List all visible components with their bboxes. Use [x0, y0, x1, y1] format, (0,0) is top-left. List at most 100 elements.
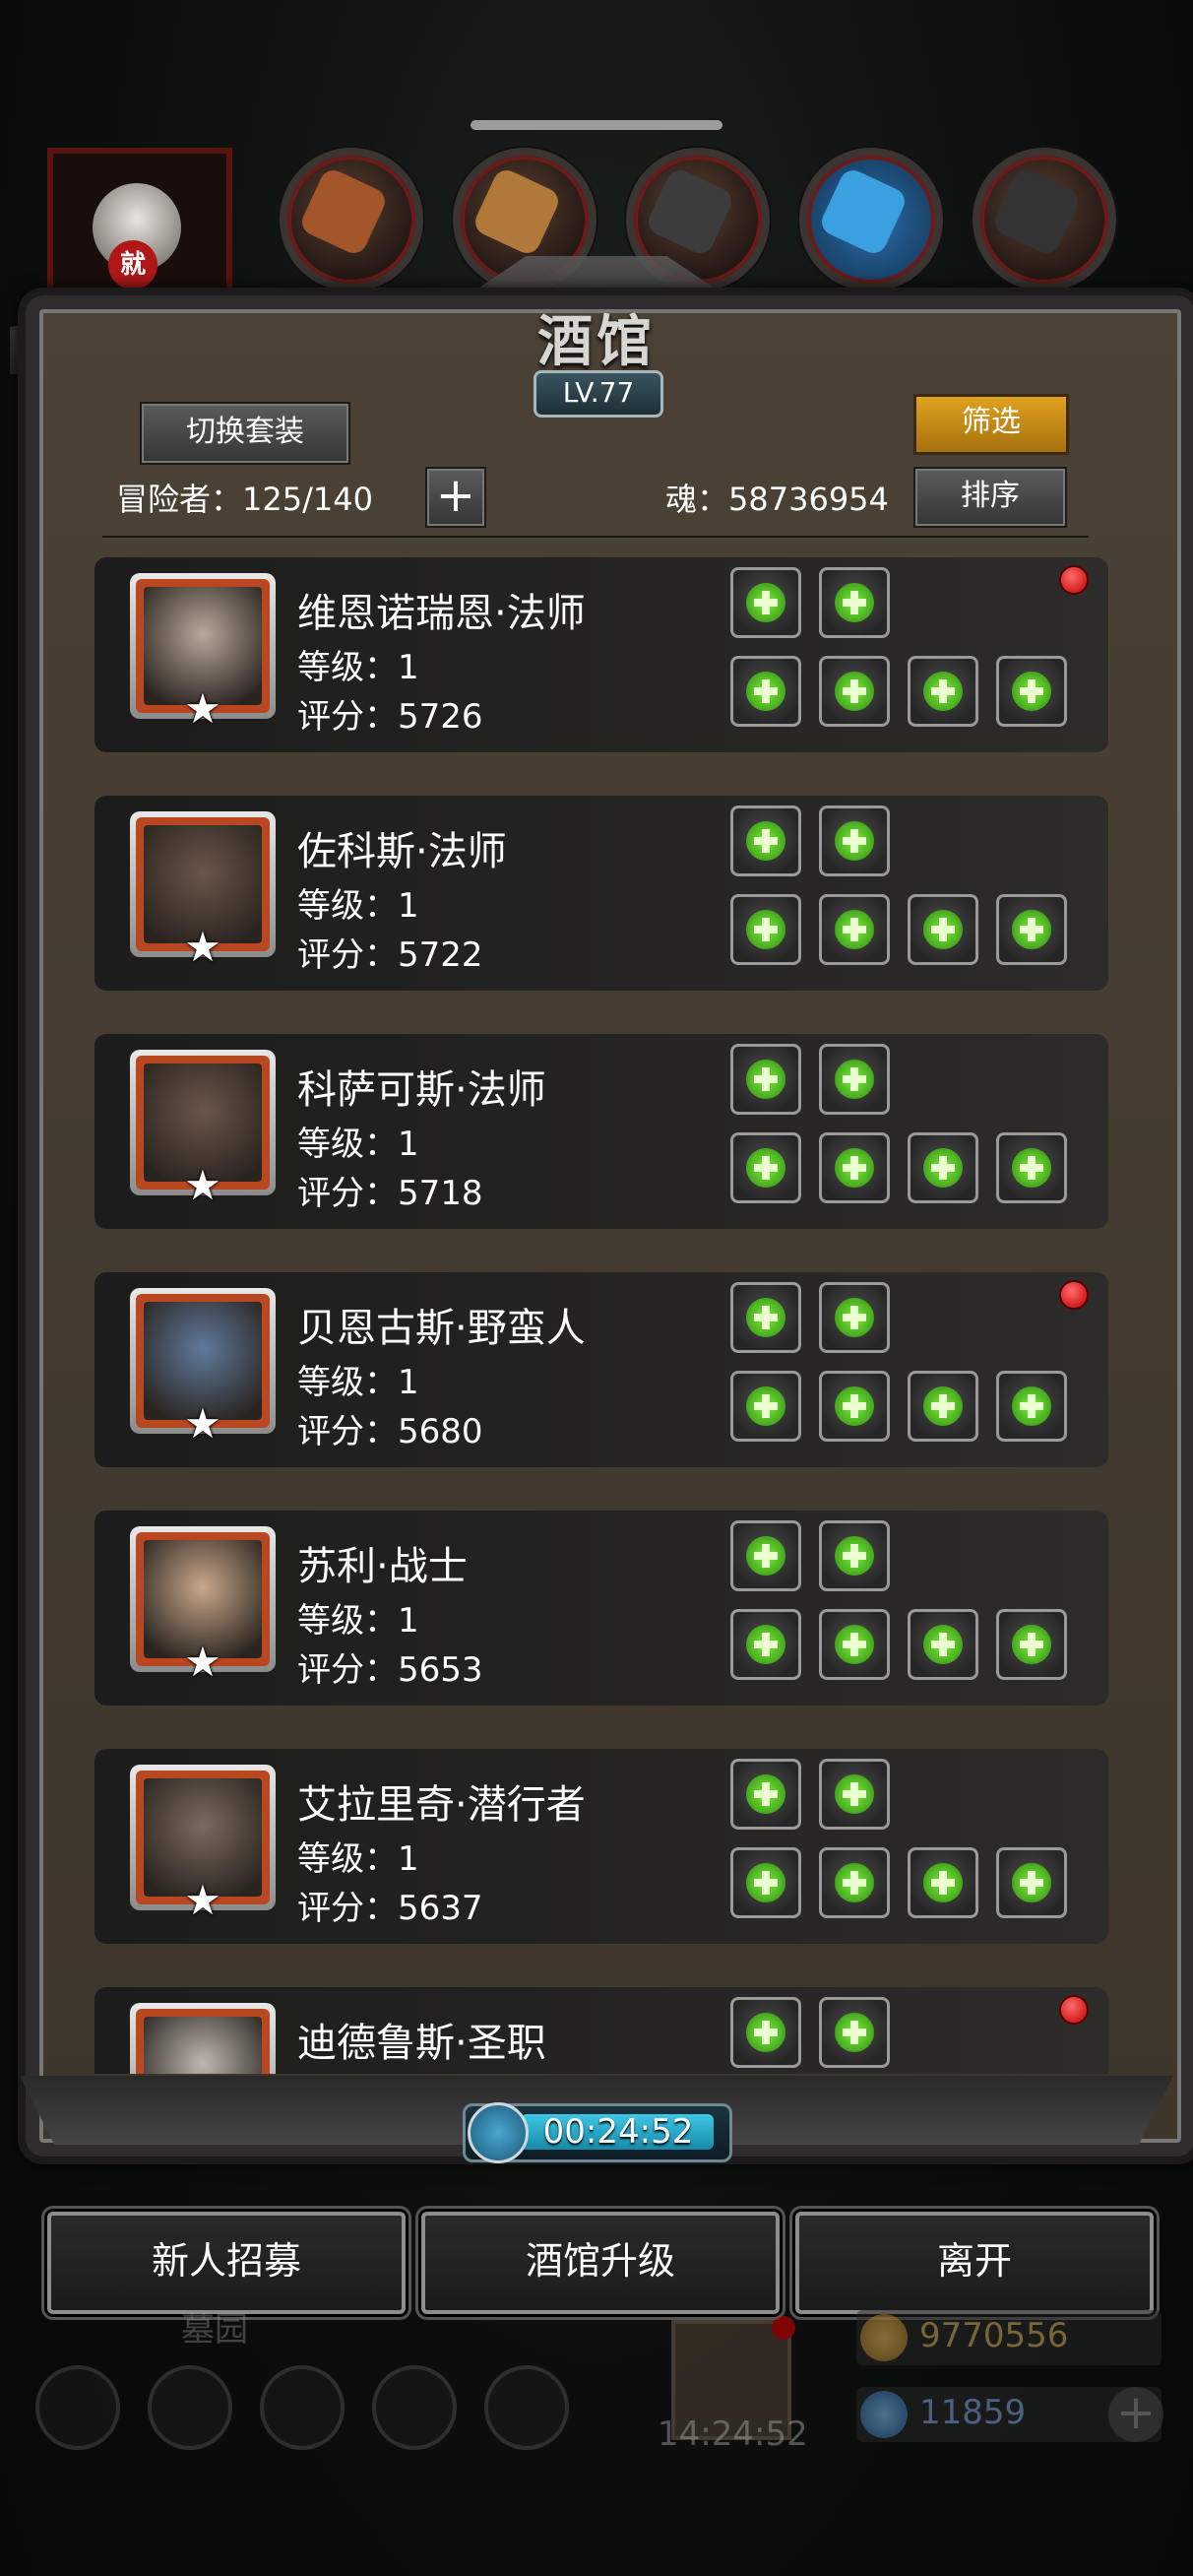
portrait-frame: [136, 2009, 270, 2074]
add-gems-button[interactable]: +: [1108, 2387, 1163, 2442]
alert-dot-icon: [1059, 1280, 1089, 1310]
hero-level: 等级：1: [297, 1601, 419, 1641]
equipment-slot[interactable]: [996, 1847, 1067, 1918]
drag-handle[interactable]: [471, 120, 722, 130]
adventurer-count: 冒险者：125/140: [116, 475, 373, 520]
equipment-slot[interactable]: [819, 567, 890, 638]
plus-icon: [835, 821, 874, 861]
plus-icon: [746, 1060, 785, 1099]
equipment-slot[interactable]: [996, 1371, 1067, 1442]
equipment-slot[interactable]: [730, 1282, 801, 1353]
plus-icon: [746, 583, 785, 622]
plus-icon: [835, 1625, 874, 1664]
equipment-slot[interactable]: [730, 567, 801, 638]
plus-icon: [835, 1148, 874, 1188]
recruit-button[interactable]: 新人招募: [47, 2212, 406, 2314]
hero-score: 评分：5722: [297, 935, 483, 975]
equipment-slot[interactable]: [908, 1609, 978, 1680]
equipment-slot[interactable]: [730, 805, 801, 876]
hud-button-5[interactable]: [484, 2365, 569, 2450]
star-icon: ★: [184, 923, 221, 971]
equipment-slot[interactable]: [730, 1520, 801, 1591]
equipment-slot[interactable]: [996, 656, 1067, 727]
filter-button[interactable]: 筛选: [913, 394, 1069, 455]
panel-title: 酒馆: [537, 309, 656, 374]
player-avatar[interactable]: 就: [47, 148, 232, 303]
header-divider: [102, 536, 1089, 538]
timer-value: 00:24:52: [542, 2112, 694, 2152]
equipment-slot[interactable]: [730, 1609, 801, 1680]
hero-card[interactable]: ★ 艾拉里奇·潜行者 等级：1 评分：5637: [94, 1749, 1108, 1944]
plus-icon: [1012, 1148, 1051, 1188]
equipment-slot[interactable]: [996, 894, 1067, 965]
equipment-slot[interactable]: [819, 1282, 890, 1353]
hero-level: 等级：1: [297, 648, 419, 687]
hud-button-4[interactable]: [372, 2365, 457, 2450]
equipment-slot[interactable]: [819, 1520, 890, 1591]
equipment-slot[interactable]: [819, 1609, 890, 1680]
clock-icon: [468, 2102, 529, 2163]
equipment-slot[interactable]: [730, 656, 801, 727]
star-icon: ★: [184, 1876, 221, 1924]
equipment-slot[interactable]: [996, 1609, 1067, 1680]
plus-icon: [835, 583, 874, 622]
plus-icon: [1012, 1386, 1051, 1426]
hero-card[interactable]: ★ 佐科斯·法师 等级：1 评分：5722: [94, 796, 1108, 991]
equipment-slot[interactable]: [819, 805, 890, 876]
plus-icon: [746, 821, 785, 861]
top-menu-icon-1[interactable]: [280, 148, 423, 291]
leave-button[interactable]: 离开: [795, 2212, 1154, 2314]
equipment-slot[interactable]: [819, 1132, 890, 1203]
equipment-slot[interactable]: [908, 1371, 978, 1442]
hero-card[interactable]: ★迪德鲁斯·圣职: [94, 1987, 1108, 2074]
hero-card[interactable]: ★ 贝恩古斯·野蛮人 等级：1 评分：5680: [94, 1272, 1108, 1467]
top-menu-icon-4[interactable]: [799, 148, 943, 291]
equipment-slot[interactable]: [819, 894, 890, 965]
refresh-timer: 00:24:52: [463, 2102, 732, 2163]
hero-name: 迪德鲁斯·圣职: [297, 2021, 546, 2066]
hero-portrait[interactable]: [130, 2003, 276, 2074]
tavern-upgrade-button[interactable]: 酒馆升级: [421, 2212, 780, 2314]
equipment-slot[interactable]: [730, 1371, 801, 1442]
plus-icon: [1012, 1625, 1051, 1664]
equipment-slot[interactable]: [819, 656, 890, 727]
plus-icon: [835, 1774, 874, 1814]
top-menu-icon-5[interactable]: [973, 148, 1116, 291]
equipment-slot[interactable]: [730, 1044, 801, 1115]
equipment-slot[interactable]: [730, 1997, 801, 2068]
equipment-slot[interactable]: [819, 1847, 890, 1918]
plus-icon: [835, 1298, 874, 1337]
switch-outfit-button[interactable]: 切换套装: [140, 402, 350, 465]
equipment-slot[interactable]: [819, 1997, 890, 2068]
equipment-slot[interactable]: [819, 1044, 890, 1115]
hud-button-3[interactable]: [260, 2365, 345, 2450]
hud-button-1[interactable]: [35, 2365, 120, 2450]
hero-card[interactable]: ★ 苏利·战士 等级：1 评分：5653: [94, 1511, 1108, 1706]
hero-list[interactable]: ★ 维恩诺瑞恩·法师 等级：1 评分：5726 ★ 佐科斯·法师 等级：1 评分：5722 ★ 科…: [94, 557, 1108, 2074]
equipment-slot[interactable]: [908, 656, 978, 727]
adventurer-label: 冒险者：: [116, 481, 243, 518]
equipment-slot[interactable]: [730, 1132, 801, 1203]
hero-face: [144, 2017, 262, 2074]
equipment-slot[interactable]: [819, 1371, 890, 1442]
star-icon: ★: [184, 1399, 221, 1448]
soul-label: 魂：: [665, 481, 729, 518]
plus-icon: [746, 1863, 785, 1902]
equipment-slot[interactable]: [996, 1132, 1067, 1203]
equipment-slot[interactable]: [730, 894, 801, 965]
sort-button[interactable]: 排序: [913, 467, 1067, 528]
expand-capacity-button[interactable]: +: [425, 467, 486, 528]
plus-icon: [746, 1148, 785, 1188]
hero-score: 评分：5726: [297, 697, 483, 737]
equipment-slot[interactable]: [908, 1847, 978, 1918]
equipment-slot[interactable]: [908, 894, 978, 965]
equipment-slot[interactable]: [730, 1759, 801, 1830]
star-icon: ★: [184, 684, 221, 733]
hero-card[interactable]: ★ 维恩诺瑞恩·法师 等级：1 评分：5726: [94, 557, 1108, 752]
equipment-slot[interactable]: [730, 1847, 801, 1918]
equipment-slot[interactable]: [908, 1132, 978, 1203]
equipment-slot[interactable]: [819, 1759, 890, 1830]
hero-score: 评分：5637: [297, 1889, 483, 1928]
hero-card[interactable]: ★ 科萨可斯·法师 等级：1 评分：5718: [94, 1034, 1108, 1229]
hud-button-2[interactable]: [148, 2365, 232, 2450]
